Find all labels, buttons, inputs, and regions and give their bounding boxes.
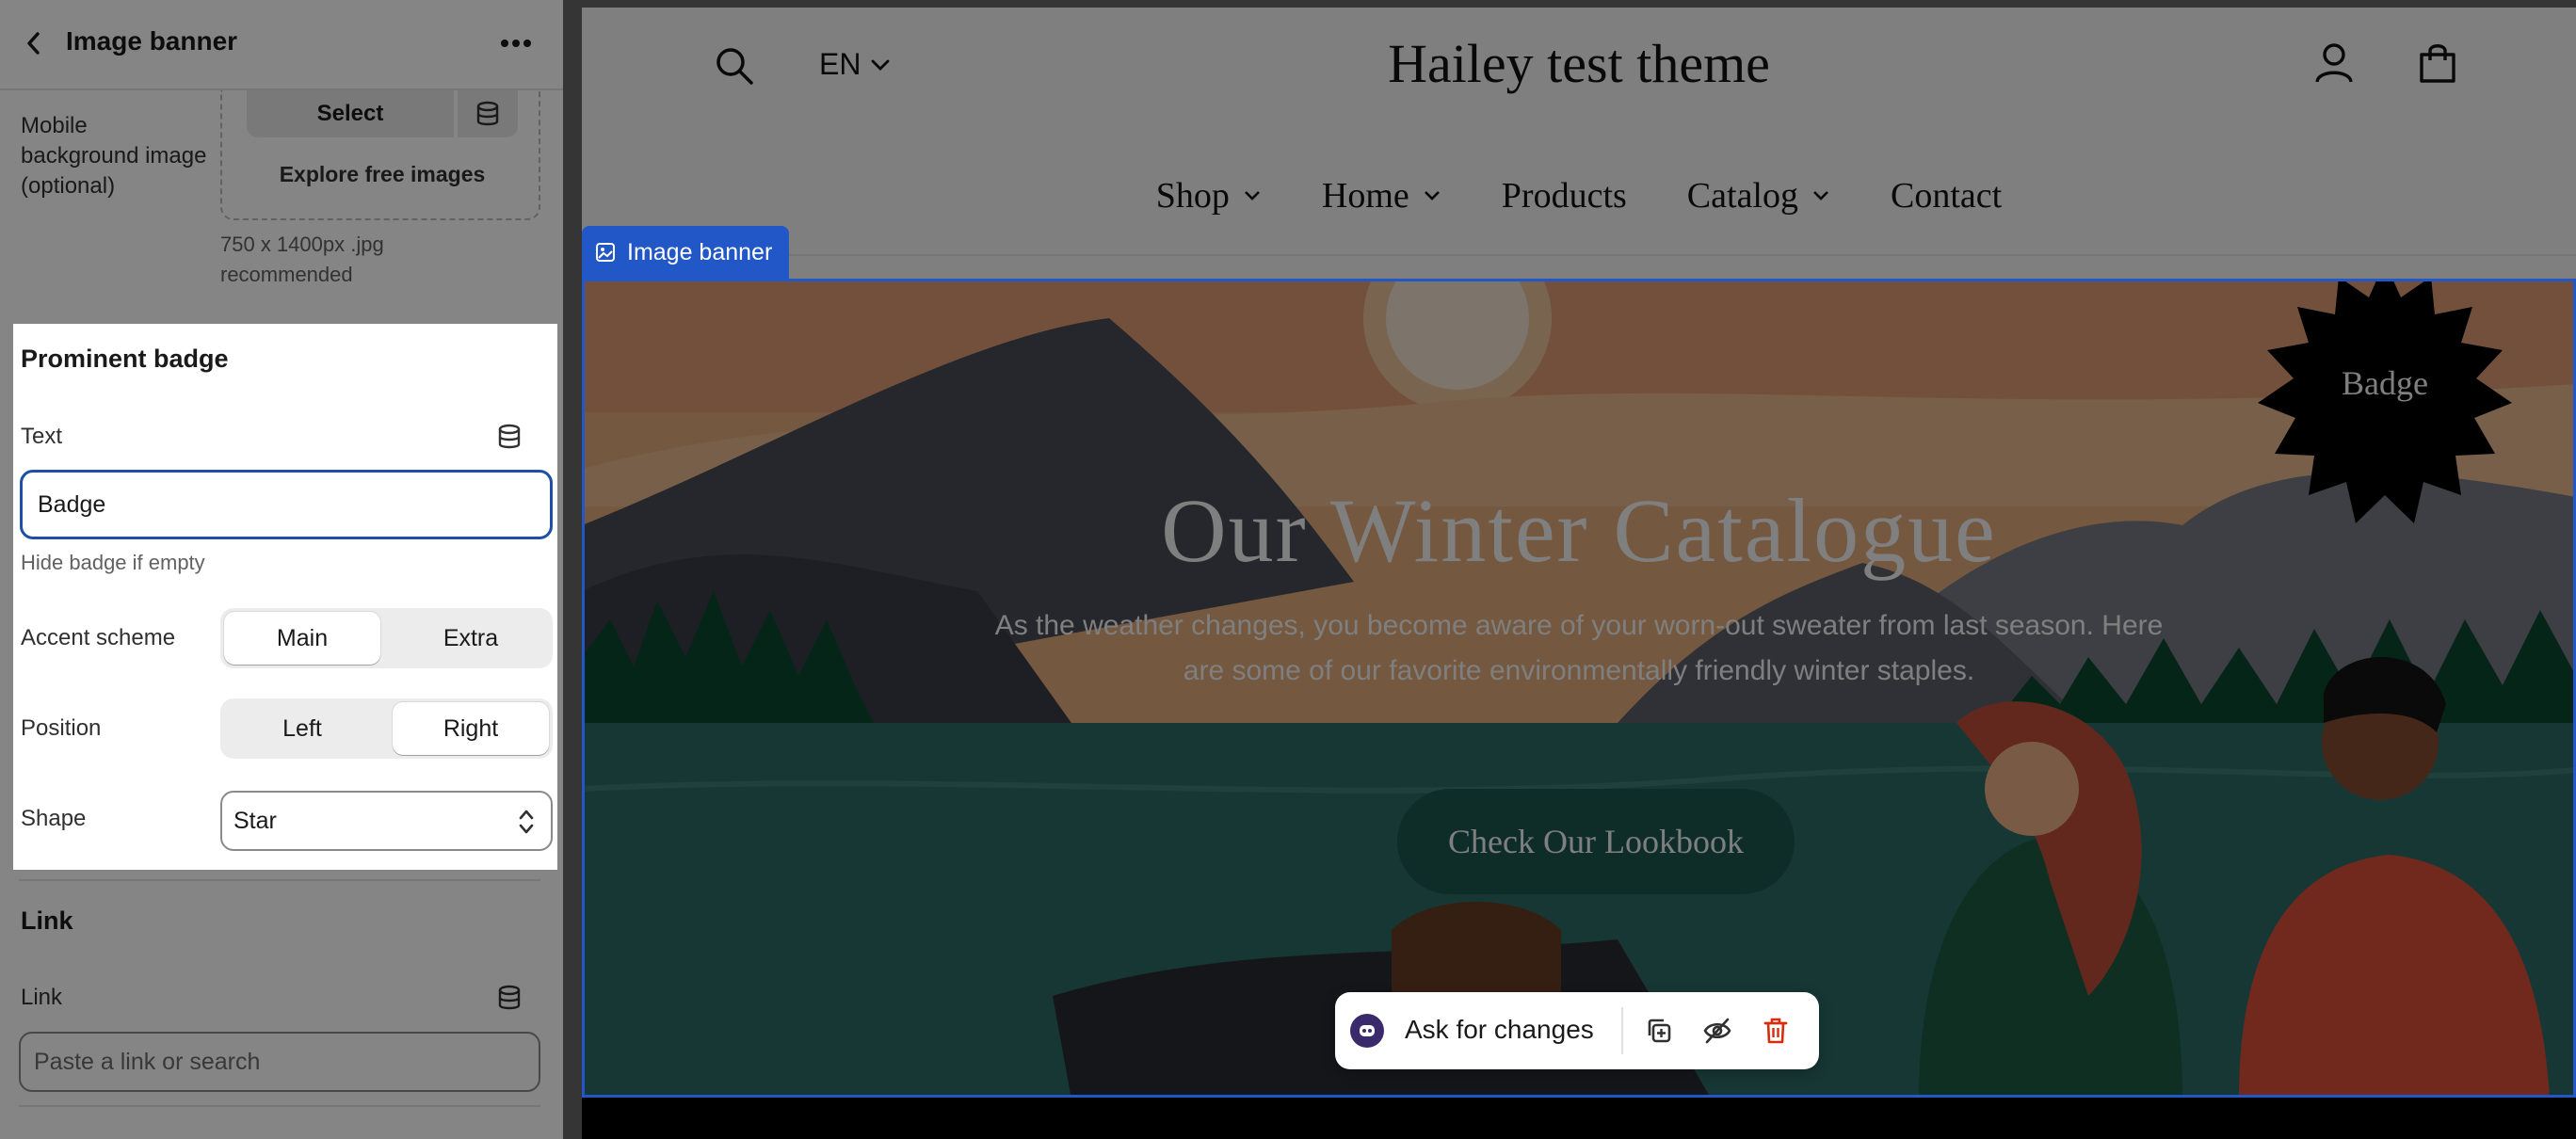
sidekick-icon [1350,1014,1384,1048]
position-option-right[interactable]: Right [393,702,549,755]
position-label: Position [21,715,102,741]
position-segmented: Left Right [220,698,553,759]
toolbar-divider [1621,1007,1623,1054]
dim-overlay [0,0,563,324]
shape-label: Shape [21,806,87,831]
preview-bottom-bar [582,1098,2576,1139]
accent-option-extra[interactable]: Extra [393,612,549,665]
badge-text-dynamic-source-button[interactable] [497,424,522,455]
hide-section-button[interactable] [1695,1008,1740,1053]
badge-text-input[interactable]: Badge [20,470,553,539]
hide-icon [1703,1018,1731,1044]
section-tag-label: Image banner [627,238,773,265]
accent-scheme-label: Accent scheme [21,625,176,650]
position-option-left[interactable]: Left [224,702,380,755]
delete-icon [1763,1018,1788,1044]
hide-badge-hint: Hide badge if empty [21,551,205,574]
dim-overlay [0,870,563,1139]
dim-overlay [0,324,13,870]
accent-scheme-segmented: Main Extra [220,608,553,668]
shape-select[interactable]: Star [220,791,553,851]
select-caret-icon [519,810,534,834]
preview-dim-overlay [563,0,2576,1139]
image-icon [596,243,615,262]
prominent-badge-card: Prominent badge Text Badge Hide badge if… [13,324,557,870]
editor-sidebar: Image banner Mobile background image (op… [0,0,563,1139]
duplicate-icon [1648,1019,1671,1043]
duplicate-button[interactable] [1636,1008,1682,1053]
shape-select-value: Star [233,807,277,834]
accent-option-main[interactable]: Main [224,612,380,665]
ask-for-changes-button[interactable]: Ask for changes [1405,1015,1594,1045]
section-tag[interactable]: Image banner [582,226,790,279]
section-toolbar: Ask for changes [1335,992,1819,1069]
delete-section-button[interactable] [1753,1008,1798,1053]
badge-section-title: Prominent badge [21,345,229,373]
database-icon [498,424,521,449]
badge-text-label: Text [21,424,63,449]
